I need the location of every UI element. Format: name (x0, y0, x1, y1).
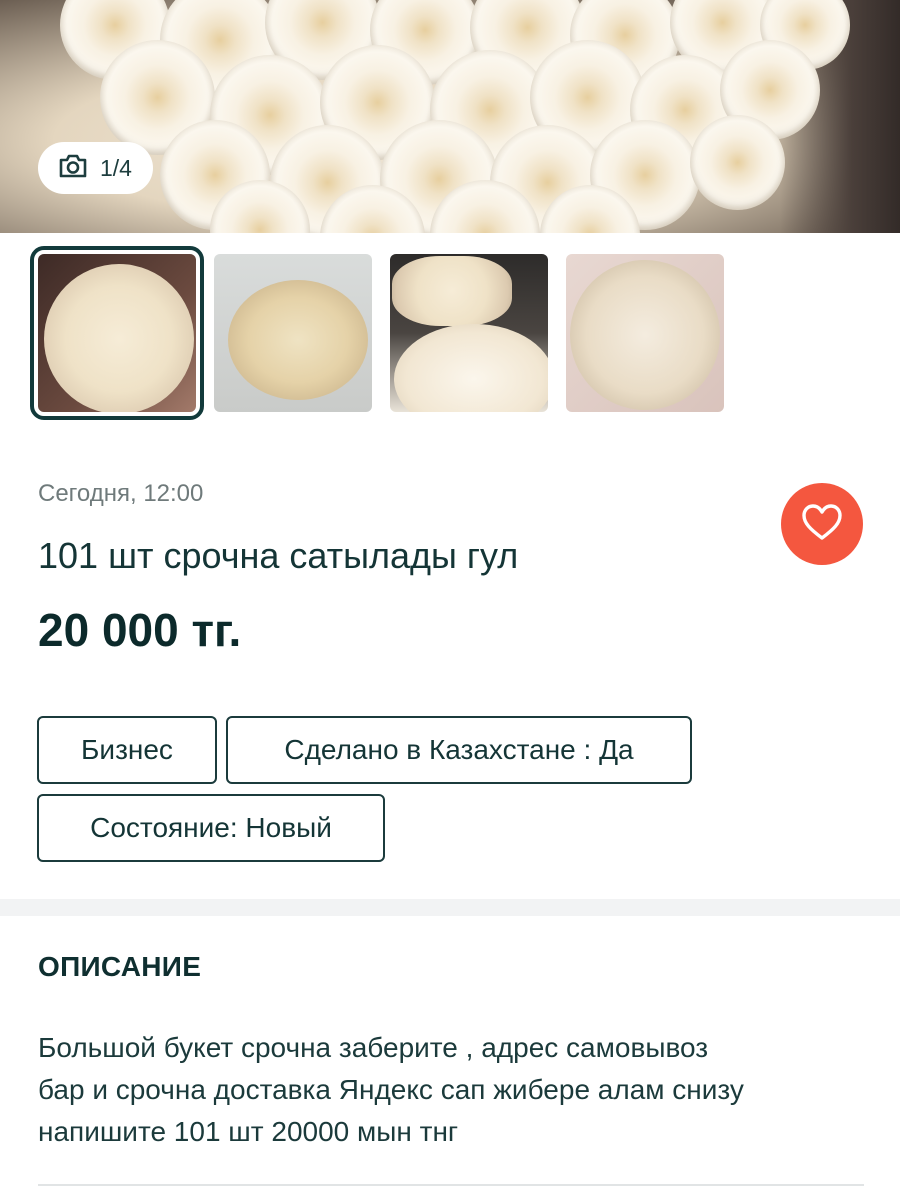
bottom-divider (38, 1184, 864, 1186)
listing-date: Сегодня, 12:00 (38, 480, 204, 507)
description-line: бар и срочна доставка Яндекс сап жибере … (38, 1074, 744, 1105)
thumbnail-2[interactable] (214, 254, 372, 412)
thumbnail-3-bouquet-top (392, 256, 512, 326)
thumbnail-4[interactable] (566, 254, 724, 412)
description-heading: ОПИСАНИЕ (38, 951, 202, 982)
description-line: напишите 101 шт 20000 мын тнг (38, 1116, 459, 1147)
description-text: Большой букет срочна заберите , адрес са… (38, 1027, 868, 1153)
thumbnail-3-bouquet-bottom (394, 324, 548, 412)
thumbnail-3[interactable] (390, 254, 548, 412)
tag-made-in-kazakhstan[interactable]: Сделано в Казахстане : Да (226, 716, 692, 784)
tag-business[interactable]: Бизнес (37, 716, 217, 784)
rose (690, 115, 785, 210)
section-divider (0, 899, 900, 916)
description-line: Большой букет срочна заберите , адрес са… (38, 1032, 709, 1063)
thumbnail-2-bouquet (228, 280, 368, 400)
heart-icon (800, 502, 844, 547)
main-photo[interactable]: 1/4 (0, 0, 900, 233)
tag-label: Бизнес (81, 734, 173, 765)
thumbnail-1[interactable] (30, 246, 204, 420)
listing-title: 101 шт срочна сатылады гул (38, 535, 519, 576)
tag-label: Состояние: Новый (90, 812, 332, 843)
thumbnail-1-bouquet (44, 264, 194, 412)
tag-label: Сделано в Казахстане : Да (284, 734, 634, 765)
favorite-button[interactable] (781, 483, 863, 565)
tag-condition[interactable]: Состояние: Новый (37, 794, 385, 862)
photo-counter-text: 1/4 (100, 154, 132, 181)
thumbnail-strip (30, 246, 724, 420)
camera-icon (58, 153, 88, 184)
listing-price: 20 000 тг. (38, 604, 242, 656)
photo-counter: 1/4 (38, 142, 153, 194)
thumbnail-4-bouquet (570, 260, 720, 410)
